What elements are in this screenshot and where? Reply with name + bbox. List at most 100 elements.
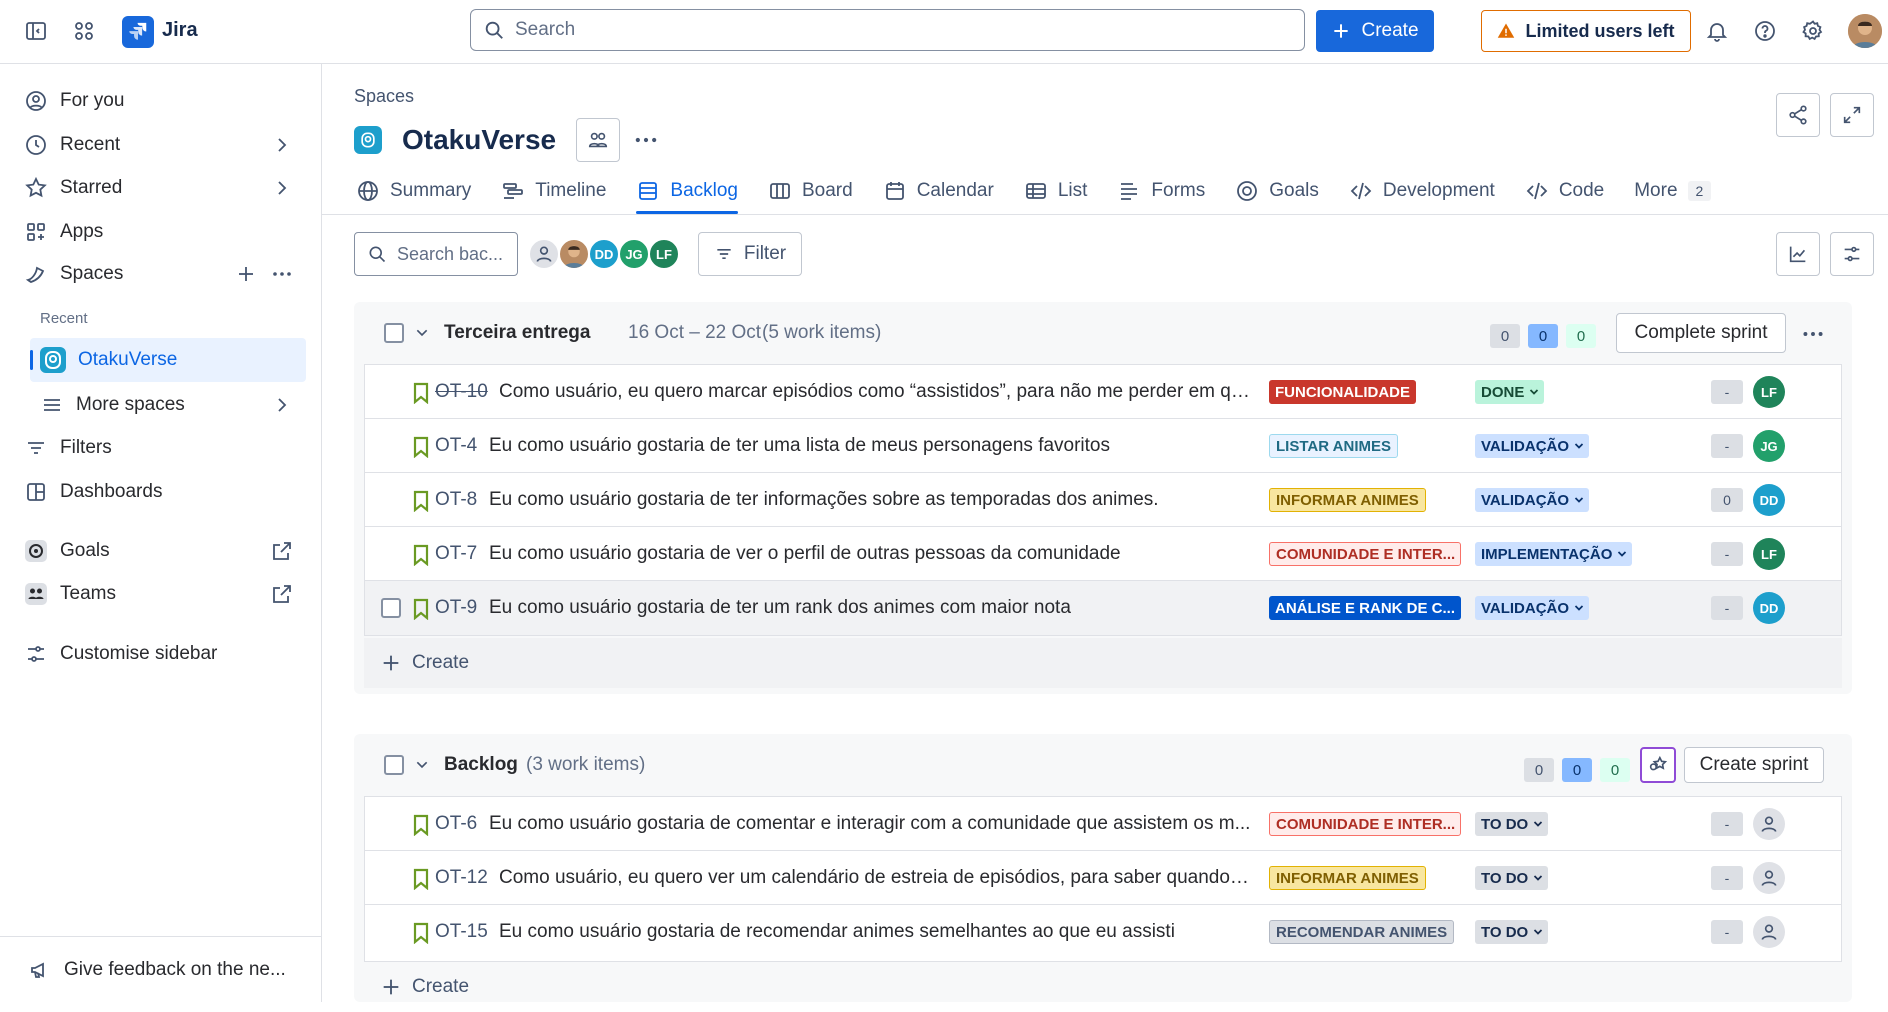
sprint-title[interactable]: Terceira entrega (444, 322, 590, 344)
tab-forms[interactable]: Forms (1117, 168, 1205, 214)
more-icon[interactable] (1800, 321, 1826, 347)
limited-users-button[interactable]: Limited users left (1481, 10, 1691, 52)
issue-summary[interactable]: Como usuário, eu quero ver um calendário… (499, 867, 1251, 889)
tab-timeline[interactable]: Timeline (501, 168, 606, 214)
status-dropdown[interactable]: IMPLEMENTAÇÃO (1475, 542, 1633, 566)
sidebar-item-for-you[interactable]: For you (14, 81, 306, 121)
status-dropdown[interactable]: TO DO (1475, 920, 1549, 944)
create-sprint-button[interactable]: Create sprint (1684, 747, 1824, 783)
sidebar-item-recent[interactable]: Recent (14, 125, 306, 165)
issue-summary[interactable]: Eu como usuário gostaria de recomendar a… (499, 921, 1251, 943)
sidebar-item-more-spaces[interactable]: More spaces (30, 385, 306, 425)
epic-lozenge[interactable]: ANÁLISE E RANK DE C... (1269, 596, 1461, 620)
sidebar-item-spaces[interactable]: Spaces (14, 254, 306, 294)
estimate-badge[interactable]: - (1711, 812, 1743, 836)
tab-summary[interactable]: Summary (356, 168, 471, 214)
status-dropdown[interactable]: VALIDAÇÃO (1475, 434, 1590, 458)
issue-key[interactable]: OT-7 (435, 543, 477, 565)
sidebar-item-apps[interactable]: Apps (14, 212, 306, 252)
sidebar-item-goals[interactable]: Goals (14, 531, 306, 571)
jira-logo-icon[interactable] (122, 16, 154, 48)
backlog-title[interactable]: Backlog (444, 754, 518, 776)
assignee-avatar[interactable]: LF (1753, 376, 1785, 408)
status-dropdown[interactable]: TO DO (1475, 812, 1549, 836)
avatar-filter-jg[interactable]: JG (618, 238, 650, 270)
tab-more[interactable]: More 2 (1634, 168, 1712, 214)
assignee-avatar[interactable]: LF (1753, 538, 1785, 570)
issue-summary[interactable]: Eu como usuário gostaria de comentar e i… (489, 813, 1251, 835)
app-name[interactable]: Jira (162, 19, 198, 42)
plus-icon[interactable] (234, 262, 258, 286)
assignee-avatar[interactable]: JG (1753, 430, 1785, 462)
row-checkbox[interactable] (381, 598, 401, 618)
issue-key[interactable]: OT-6 (435, 813, 477, 835)
tab-list[interactable]: List (1024, 168, 1087, 214)
external-link-icon[interactable] (270, 582, 294, 606)
complete-sprint-button[interactable]: Complete sprint (1616, 313, 1786, 353)
estimate-badge[interactable]: - (1711, 542, 1743, 566)
estimate-badge[interactable]: - (1711, 596, 1743, 620)
epic-lozenge[interactable]: RECOMENDAR ANIMES (1269, 920, 1455, 944)
status-dropdown[interactable]: VALIDAÇÃO (1475, 488, 1590, 512)
chevron-down-icon[interactable] (414, 757, 430, 773)
user-avatar[interactable] (1848, 14, 1882, 48)
issue-key[interactable]: OT-10 (435, 381, 488, 403)
breadcrumb[interactable]: Spaces (354, 86, 414, 107)
issue-summary[interactable]: Eu como usuário gostaria de ter informaç… (489, 489, 1251, 511)
view-settings-button[interactable] (1830, 232, 1874, 276)
epic-lozenge[interactable]: INFORMAR ANIMES (1269, 866, 1426, 890)
table-row[interactable]: OT-12 Como usuário, eu quero ver um cale… (365, 851, 1841, 905)
estimate-badge[interactable]: 0 (1711, 488, 1743, 512)
issue-key[interactable]: OT-4 (435, 435, 477, 457)
create-issue-button[interactable]: Create (364, 962, 1842, 1012)
table-row[interactable]: OT-9 Eu como usuário gostaria de ter um … (365, 581, 1841, 635)
more-icon[interactable] (632, 126, 660, 154)
chevron-down-icon[interactable] (414, 325, 430, 341)
tab-calendar[interactable]: Calendar (883, 168, 994, 214)
status-dropdown[interactable]: DONE (1475, 380, 1545, 404)
issue-summary[interactable]: Eu como usuário gostaria de ver o perfil… (489, 543, 1251, 565)
epic-lozenge[interactable]: FUNCIONALIDADE (1269, 380, 1416, 404)
epic-lozenge[interactable]: COMUNIDADE E INTER... (1269, 542, 1461, 566)
estimate-badge[interactable]: - (1711, 380, 1743, 404)
table-row[interactable]: OT-8 Eu como usuário gostaria de ter inf… (365, 473, 1841, 527)
expand-button[interactable] (1830, 93, 1874, 137)
table-row[interactable]: OT-15 Eu como usuário gostaria de recome… (365, 905, 1841, 959)
backlog-search-input[interactable]: Search bac... (354, 232, 518, 276)
auto-assign-button[interactable] (1640, 747, 1676, 783)
avatar-filter-dd[interactable]: DD (588, 238, 620, 270)
bell-icon[interactable] (1697, 11, 1737, 51)
issue-summary[interactable]: Como usuário, eu quero marcar episódios … (499, 381, 1251, 403)
gear-icon[interactable] (1793, 11, 1833, 51)
epic-lozenge[interactable]: COMUNIDADE E INTER... (1269, 812, 1461, 836)
chevron-right-icon[interactable] (270, 133, 294, 157)
help-icon[interactable] (1745, 11, 1785, 51)
sidebar-item-starred[interactable]: Starred (14, 168, 306, 208)
tab-goals[interactable]: Goals (1235, 168, 1319, 214)
external-link-icon[interactable] (270, 539, 294, 563)
assignee-avatar[interactable]: DD (1753, 484, 1785, 516)
app-switcher-icon[interactable] (64, 11, 104, 51)
chevron-right-icon[interactable] (270, 176, 294, 200)
assignee-avatar[interactable]: DD (1753, 592, 1785, 624)
epic-lozenge[interactable]: LISTAR ANIMES (1269, 434, 1398, 458)
more-icon[interactable] (270, 262, 294, 286)
unassigned-avatar-filter[interactable] (528, 238, 560, 270)
backlog-checkbox[interactable] (384, 755, 404, 775)
table-row[interactable]: OT-4 Eu como usuário gostaria de ter uma… (365, 419, 1841, 473)
sidebar-item-dashboards[interactable]: Dashboards (14, 472, 306, 512)
table-row[interactable]: OT-7 Eu como usuário gostaria de ver o p… (365, 527, 1841, 581)
status-dropdown[interactable]: VALIDAÇÃO (1475, 596, 1590, 620)
sidebar-toggle-icon[interactable] (16, 11, 56, 51)
people-button[interactable] (576, 118, 621, 162)
avatar-filter-lf[interactable]: LF (648, 238, 680, 270)
estimate-badge[interactable]: - (1711, 434, 1743, 458)
status-dropdown[interactable]: TO DO (1475, 866, 1549, 890)
issue-summary[interactable]: Eu como usuário gostaria de ter uma list… (489, 435, 1251, 457)
create-issue-button[interactable]: Create (364, 638, 1842, 688)
issue-key[interactable]: OT-12 (435, 867, 488, 889)
global-search-input[interactable]: Search (470, 9, 1305, 51)
unassigned-avatar[interactable] (1753, 862, 1785, 894)
issue-key[interactable]: OT-9 (435, 597, 477, 619)
issue-key[interactable]: OT-15 (435, 921, 488, 943)
